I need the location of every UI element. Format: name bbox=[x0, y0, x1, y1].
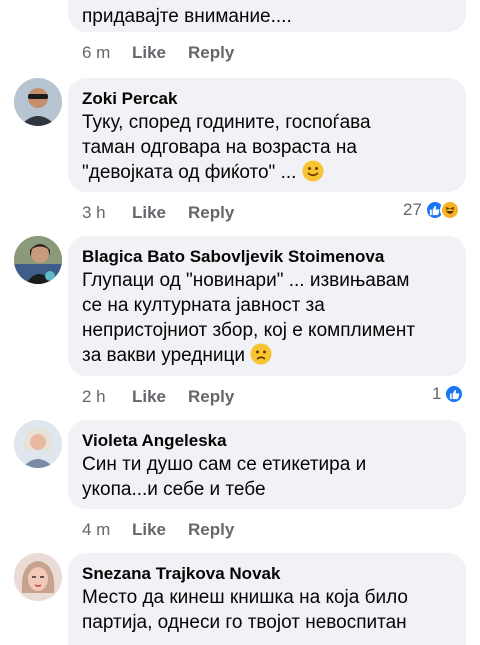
haha-icon bbox=[439, 200, 460, 220]
comment-text-fragment: за вакви уредници bbox=[82, 345, 245, 366]
comment-bubble: Blagica Bato Sabovljevik Stoimenova Глуп… bbox=[68, 236, 466, 376]
slightly-smiling-emoji-icon bbox=[302, 160, 324, 182]
reply-button[interactable]: Reply bbox=[188, 43, 234, 63]
comment-actions: 3 h Like Reply bbox=[82, 203, 234, 223]
comment-bubble: Violeta Angeleska Син ти душо сам се ети… bbox=[68, 420, 466, 509]
avatar[interactable] bbox=[14, 420, 62, 468]
like-button[interactable]: Like bbox=[132, 387, 188, 407]
comment-text-line: за вакви уредници bbox=[82, 343, 452, 368]
comment-text-line: "девојката од фиќото" ... bbox=[82, 160, 452, 185]
avatar[interactable] bbox=[14, 78, 62, 126]
comment-bubble: придавајте внимание.... bbox=[68, 0, 466, 32]
comment-text-line: Син ти душо сам се етикетира и bbox=[82, 454, 367, 475]
comment-text-line: партија, однеси го твојот невоспитан bbox=[82, 612, 407, 633]
avatar[interactable] bbox=[14, 236, 62, 284]
comment-text-fragment: "девојката од фиќото" ... bbox=[82, 162, 297, 183]
reaction-count: 27 bbox=[403, 200, 422, 219]
reply-button[interactable]: Reply bbox=[188, 520, 234, 540]
comment-bubble: Snezana Trajkova Novak Место да кинеш кн… bbox=[68, 553, 466, 645]
like-button[interactable]: Like bbox=[132, 520, 188, 540]
reply-button[interactable]: Reply bbox=[188, 203, 234, 223]
reaction-summary[interactable]: 27 bbox=[403, 200, 460, 220]
comment-text-line: Глупаци од "новинари" ... извињавам bbox=[82, 270, 410, 291]
like-icon bbox=[444, 384, 465, 404]
comment-time: 2 h bbox=[82, 387, 106, 406]
comment-author[interactable]: Blagica Bato Sabovljevik Stoimenova bbox=[82, 246, 452, 268]
reply-button[interactable]: Reply bbox=[188, 387, 234, 407]
frowning-emoji-icon bbox=[250, 343, 272, 365]
comment-author[interactable]: Violeta Angeleska bbox=[82, 430, 452, 452]
comment-time: 3 h bbox=[82, 203, 106, 222]
comment-text-line: непристојниот збор, кој е комплимент bbox=[82, 320, 416, 341]
like-button[interactable]: Like bbox=[132, 43, 188, 63]
comment-author[interactable]: Zoki Percak bbox=[82, 88, 452, 110]
avatar-photo bbox=[14, 78, 62, 126]
comment-text: придавајте внимание.... bbox=[82, 6, 292, 27]
comment-text-line: Туку, според годините, госпоѓава bbox=[82, 112, 371, 133]
comment-actions: 2 h Like Reply bbox=[82, 387, 234, 407]
comment-text-line: таман одговара на возраста на bbox=[82, 137, 357, 158]
comment-bubble: Zoki Percak Туку, според годините, госпо… bbox=[68, 78, 466, 192]
reaction-summary[interactable]: 1 bbox=[432, 384, 465, 404]
like-button[interactable]: Like bbox=[132, 203, 188, 223]
comment-author[interactable]: Snezana Trajkova Novak bbox=[82, 563, 452, 585]
avatar-photo bbox=[14, 420, 62, 468]
comment-actions: 4 m Like Reply bbox=[82, 520, 234, 540]
comment-time: 4 m bbox=[82, 520, 111, 539]
comment-time: 6 m bbox=[82, 43, 111, 62]
comment-text-line: Место да кинеш книшка на која било bbox=[82, 587, 408, 608]
comment-actions: 6 m Like Reply bbox=[82, 43, 234, 63]
comment-text-line: се на културната јавност за bbox=[82, 295, 325, 316]
comment-text-line: укопа...и себе и тебе bbox=[82, 479, 266, 500]
avatar[interactable] bbox=[14, 553, 62, 601]
avatar-photo bbox=[14, 553, 62, 601]
avatar-photo bbox=[14, 236, 62, 284]
reaction-count: 1 bbox=[432, 384, 442, 403]
